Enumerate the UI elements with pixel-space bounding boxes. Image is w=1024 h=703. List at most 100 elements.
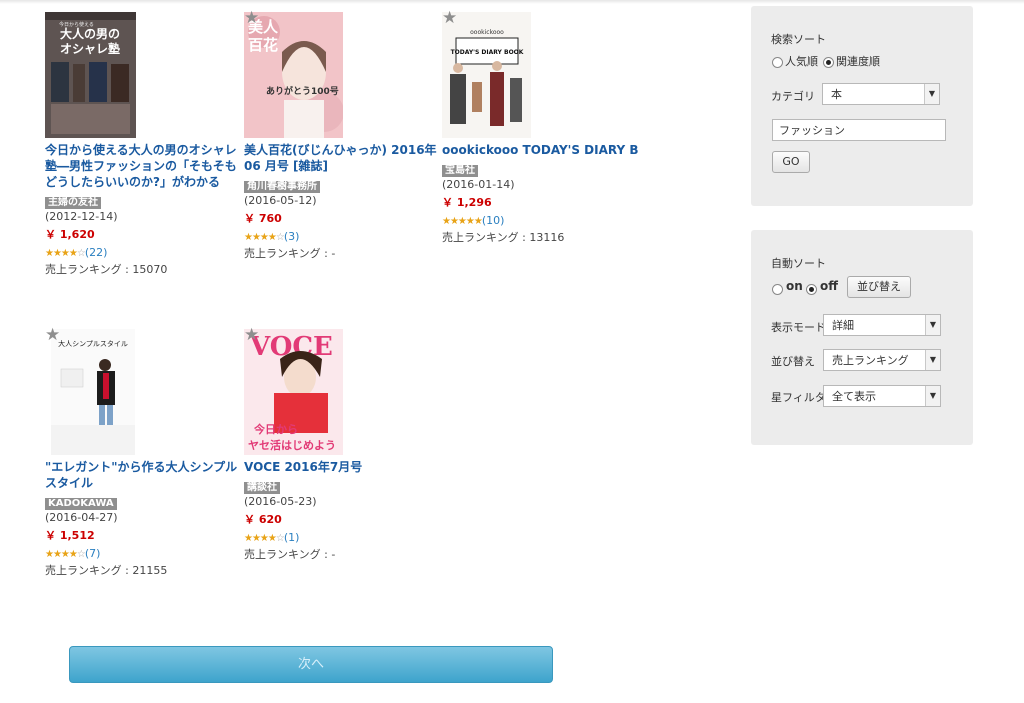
sort-order-value: 売上ランキング [832, 354, 909, 367]
search-sort-label: 検索ソート [771, 33, 826, 46]
display-mode-value: 詳細 [832, 319, 854, 332]
sales-rank: 売上ランキング : 15070 [45, 263, 168, 276]
product-title-link[interactable]: VOCE 2016年7月号 [244, 459, 440, 475]
release-date: (2016-01-14) [442, 178, 515, 191]
cover-title: TODAY'S DIARY BOOK [451, 49, 524, 56]
reorder-button[interactable]: 並び替え [847, 276, 911, 298]
cover-headline-2: ヤセ活はじめよう [248, 438, 336, 452]
sales-rank: 売上ランキング : 13116 [442, 231, 565, 244]
product-card: ★ VOCE 今日から ヤセ活はじめよう VOCE 2016年7月号 講談社 (… [244, 327, 440, 563]
book-cover[interactable]: ★ VOCE 今日から ヤセ活はじめよう [244, 327, 440, 457]
sort-relevance-label[interactable]: 関連度順 [836, 53, 880, 69]
cover-title-1: 大人の男の [60, 26, 120, 41]
auto-sort-off-radio[interactable] [806, 284, 817, 295]
chevron-down-icon: ▼ [925, 386, 940, 406]
cover-image[interactable]: VOCE 今日から ヤセ活はじめよう [244, 329, 343, 455]
product-card: ★ 美人 百花 ありがとう100号 美人百花(びじんひゃっか) 2016年 06… [244, 10, 440, 262]
rating-row: ★★★★★(10) [442, 213, 638, 230]
review-count-link[interactable]: (22) [85, 246, 108, 259]
auto-sort-panel: 自動ソート on off 並び替え 表示モード 詳細 ▼ 並び替え 売上ランキン… [751, 230, 973, 445]
publisher-badge: 角川春樹事務所 [244, 181, 320, 193]
sales-rank: 売上ランキング : - [244, 247, 336, 260]
auto-sort-off-label[interactable]: off [820, 279, 838, 293]
favorite-star-icon[interactable]: ★ [45, 327, 60, 344]
release-date: (2016-05-23) [244, 495, 317, 508]
product-title-link[interactable]: oookickooo TODAY'S DIARY BOOK [442, 142, 638, 158]
rating-stars-icon: ★★★★☆ [244, 232, 285, 243]
cover-image[interactable]: 大人の男の オシャレ塾 今日から使える [45, 12, 136, 138]
sort-order-select[interactable]: 売上ランキング ▼ [823, 349, 941, 371]
product-title-link[interactable]: 今日から使える大人の男のオシャレ塾―男性ファッションの「そもそもどうしたらいいの… [45, 142, 241, 190]
rating-row: ★★★★☆(1) [244, 530, 440, 547]
category-select[interactable]: 本 ▼ [822, 83, 940, 105]
top-shadow [0, 0, 1024, 4]
product-title-link[interactable]: "エレガント"から作る大人シンプルスタイル [45, 459, 241, 491]
cover-title: 大人シンプルスタイル [58, 339, 128, 348]
book-cover[interactable]: ★ oookickooo TODAY'S DIARY BOOK [442, 10, 638, 140]
sales-rank: 売上ランキング : 21155 [45, 564, 168, 577]
product-card: ★ oookickooo TODAY'S DIARY BOOK oookicko… [442, 10, 638, 246]
chevron-down-icon: ▼ [925, 315, 940, 335]
price: ￥ 1,620 [45, 228, 95, 241]
publisher-badge: 宝島社 [442, 165, 478, 177]
review-count-link[interactable]: (3) [284, 230, 300, 243]
cover-image[interactable]: oookickooo TODAY'S DIARY BOOK [442, 12, 531, 138]
cover-image[interactable]: 美人 百花 ありがとう100号 [244, 12, 343, 138]
keyword-input[interactable] [772, 119, 946, 141]
sort-order-label: 並び替え [771, 355, 815, 368]
price: ￥ 1,296 [442, 196, 492, 209]
sales-rank: 売上ランキング : - [244, 548, 336, 561]
chevron-down-icon: ▼ [925, 350, 940, 370]
category-value: 本 [831, 88, 842, 101]
sort-relevance-radio[interactable] [823, 57, 834, 68]
next-page-button[interactable]: 次へ [69, 646, 553, 683]
go-button[interactable]: GO [772, 151, 810, 173]
favorite-star-icon[interactable]: ★ [244, 327, 259, 344]
sort-popular-radio[interactable] [772, 57, 783, 68]
rating-row: ★★★★☆(22) [45, 245, 241, 262]
display-mode-label: 表示モード [771, 321, 826, 334]
product-title-link[interactable]: 美人百花(びじんひゃっか) 2016年 06 月号 [雑誌] [244, 142, 440, 174]
chevron-down-icon: ▼ [924, 84, 939, 104]
cover-headline-1: 今日から [253, 422, 298, 436]
book-cover[interactable]: ★ 大人シンプルスタイル [45, 327, 241, 457]
cover-subtitle: 今日から使える [59, 21, 94, 28]
cover-brand: oookickooo [470, 29, 504, 36]
publisher-badge: 講談社 [244, 482, 280, 494]
display-mode-select[interactable]: 詳細 ▼ [823, 314, 941, 336]
rating-row: ★★★★☆(7) [45, 546, 241, 563]
rating-row: ★★★★☆(3) [244, 229, 440, 246]
book-cover[interactable]: 大人の男の オシャレ塾 今日から使える [45, 12, 241, 140]
rating-stars-icon: ★★★★☆ [45, 549, 86, 560]
review-count-link[interactable]: (1) [284, 531, 300, 544]
star-filter-select[interactable]: 全て表示 ▼ [823, 385, 941, 407]
publisher-badge: 主婦の友社 [45, 197, 101, 209]
review-count-link[interactable]: (7) [85, 547, 101, 560]
price: ￥ 1,512 [45, 529, 95, 542]
star-filter-value: 全て表示 [832, 390, 876, 403]
product-card: ★ 大人シンプルスタイル "エレガント"から作る大人シンプルスタイル KADOK… [45, 327, 241, 579]
review-count-link[interactable]: (10) [482, 214, 505, 227]
price: ￥ 760 [244, 212, 282, 225]
star-filter-label: 星フィルタ [771, 391, 826, 404]
category-label: カテゴリ [771, 90, 815, 103]
book-cover[interactable]: ★ 美人 百花 ありがとう100号 [244, 10, 440, 140]
rating-stars-icon: ★★★★★ [442, 216, 483, 227]
cover-subtitle: ありがとう100号 [266, 85, 339, 97]
auto-sort-on-radio[interactable] [772, 284, 783, 295]
search-panel: 検索ソート 人気順 関連度順 カテゴリ 本 ▼ GO [751, 6, 973, 206]
price: ￥ 620 [244, 513, 282, 526]
auto-sort-on-label[interactable]: on [786, 279, 803, 293]
release-date: (2016-05-12) [244, 194, 317, 207]
auto-sort-label: 自動ソート [771, 257, 826, 270]
rating-stars-icon: ★★★★☆ [45, 248, 86, 259]
release-date: (2016-04-27) [45, 511, 118, 524]
cover-image[interactable]: 大人シンプルスタイル [51, 329, 135, 455]
publisher-badge: KADOKAWA [45, 498, 117, 510]
favorite-star-icon[interactable]: ★ [442, 10, 457, 27]
product-card: 大人の男の オシャレ塾 今日から使える 今日から使える大人の男のオシャレ塾―男性… [45, 12, 241, 278]
sort-popular-label[interactable]: 人気順 [785, 53, 818, 69]
favorite-star-icon[interactable]: ★ [244, 10, 259, 27]
cover-title-2: 百花 [248, 36, 278, 54]
release-date: (2012-12-14) [45, 210, 118, 223]
